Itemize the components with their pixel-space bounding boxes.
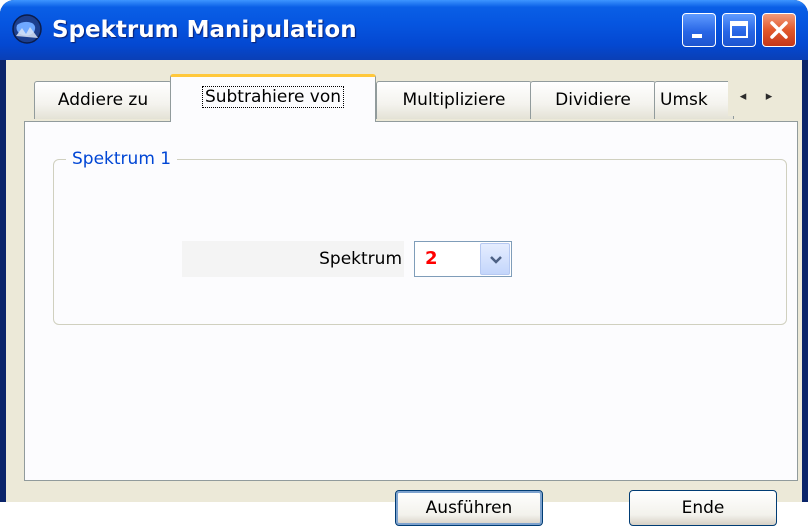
client-area: Addiere zu Subtrahiere von Multipliziere… bbox=[6, 60, 802, 526]
tab-addiere-zu[interactable]: Addiere zu bbox=[34, 81, 172, 119]
globe-icon bbox=[12, 14, 42, 44]
title-bar[interactable]: Spektrum Manipulation bbox=[0, 0, 808, 60]
group-label: Spektrum 1 bbox=[66, 148, 178, 170]
maximize-button[interactable] bbox=[722, 13, 756, 47]
chevron-right-icon[interactable]: ▸ bbox=[756, 80, 782, 116]
spektrum-label: Spektrum bbox=[182, 241, 404, 277]
tab-subtrahiere-von[interactable]: Subtrahiere von bbox=[170, 74, 376, 122]
tab-label: Dividiere bbox=[555, 90, 631, 110]
application-window: Spektrum Manipulation Addiere zu Subtrah… bbox=[0, 0, 808, 526]
close-button[interactable] bbox=[762, 13, 796, 47]
window-title: Spektrum Manipulation bbox=[52, 17, 357, 43]
minimize-icon bbox=[692, 34, 702, 38]
tab-label: Umsk bbox=[660, 90, 708, 110]
chevron-left-icon[interactable]: ◂ bbox=[730, 80, 756, 116]
tab-dividiere[interactable]: Dividiere bbox=[530, 81, 656, 119]
group-box: Spektrum 1 Spektrum 2 bbox=[53, 148, 787, 325]
chevron-down-icon bbox=[490, 256, 502, 264]
execute-button[interactable]: Ausführen bbox=[395, 490, 543, 526]
tab-label: Multipliziere bbox=[402, 90, 506, 110]
tab-label: Addiere zu bbox=[57, 90, 149, 110]
tab-multipliziere[interactable]: Multipliziere bbox=[376, 81, 532, 119]
end-button[interactable]: Ende bbox=[629, 490, 777, 526]
tab-panel: Spektrum 1 Spektrum 2 Ausführen Ende bbox=[24, 121, 798, 526]
tab-scroll-buttons: ◂ ▸ bbox=[728, 80, 784, 116]
tab-label: Subtrahiere von bbox=[201, 86, 345, 108]
minimize-button[interactable] bbox=[682, 13, 716, 47]
spektrum-value: 2 bbox=[425, 248, 438, 269]
dropdown-button[interactable] bbox=[480, 243, 510, 275]
close-icon bbox=[770, 21, 788, 39]
maximize-icon bbox=[730, 21, 748, 38]
spektrum-select[interactable]: 2 bbox=[414, 241, 512, 277]
tab-umsk[interactable]: Umsk bbox=[654, 81, 734, 119]
